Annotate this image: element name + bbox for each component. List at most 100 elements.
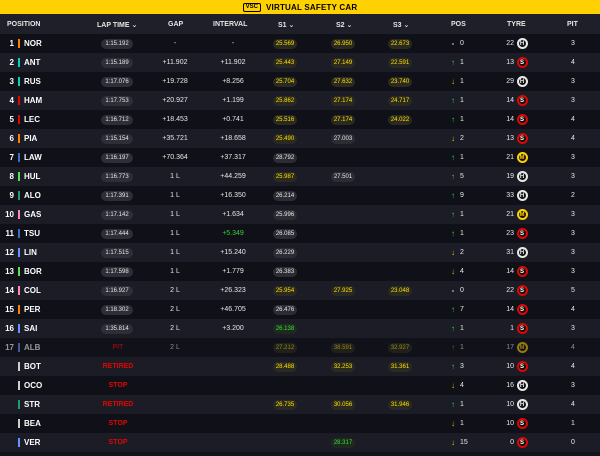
driver-code[interactable]: BOR (24, 262, 42, 281)
table-row[interactable]: 10 GAS 1:17.142 1 L +1.634 25.996 ↑ 1 21 M 3 (0, 205, 600, 224)
sector-s2-cell (326, 224, 360, 243)
table-row[interactable]: BEA STOP ↓ 1 10 S 1 (0, 414, 600, 433)
driver-code[interactable]: BOT (24, 357, 41, 376)
team-color-bar (18, 438, 20, 447)
table-row[interactable]: VER STOP 28.317 ↓ 15 0 S 0 (0, 433, 600, 452)
position-number (2, 376, 14, 395)
lap-time: 1:35.814 (101, 323, 133, 334)
table-row[interactable]: 16 SAI 1:35.814 2 L +3.200 26.138 ↑ 1 1 S 3 (0, 319, 600, 338)
sector-s3-time: 22.673 (387, 38, 413, 49)
driver-code[interactable]: VER (24, 433, 40, 452)
position-number: 9 (9, 191, 14, 200)
team-color-bar (18, 191, 20, 200)
table-row[interactable]: 13 BOR 1:17.598 1 L +1.779 26.383 ↓ 4 14 S 3 (0, 262, 600, 281)
driver-code[interactable]: ALO (24, 186, 41, 205)
driver-code[interactable]: ANT (24, 53, 40, 72)
table-row[interactable]: 14 COL 1:16.927 2 L +26.323 25.954 27.925 23.04… (0, 281, 600, 300)
sector-s2-time: 26.950 (330, 38, 356, 49)
position-change-arrow-icon: ↑ (451, 210, 455, 219)
table-row[interactable]: 2 ANT 1:15.189 +11.902 +11.902 25.443 27.149 22… (0, 53, 600, 72)
driver-code[interactable]: HUL (24, 167, 40, 186)
tyre-compound-icon: S (516, 361, 528, 372)
driver-code[interactable]: ALB (24, 338, 40, 357)
table-row[interactable]: OCO STOP ↓ 4 16 H 3 (0, 376, 600, 395)
pit-count: 4 (571, 306, 575, 313)
driver-code[interactable]: OCO (24, 376, 42, 395)
position-number: 14 (5, 286, 14, 295)
table-row[interactable]: STR RETIRED 26.735 30.056 31.946 ↑ 1 10 H 4 (0, 395, 600, 414)
driver-code[interactable]: PIA (24, 129, 37, 148)
header-tyre[interactable]: TYRE (507, 21, 526, 28)
table-row[interactable]: 12 LIN 1:17.515 1 L +15.240 26.229 ↓ 2 31 H 3 (0, 243, 600, 262)
tyre-compound-icon: S (516, 57, 528, 68)
driver-code[interactable]: COL (24, 281, 41, 300)
header-position[interactable]: POSITION (7, 21, 40, 28)
sector-s2-time: 27.003 (330, 133, 356, 144)
driver-code[interactable]: LAW (24, 148, 42, 167)
driver-code[interactable]: PER (24, 300, 40, 319)
header-pos[interactable]: POS (451, 21, 466, 28)
table-row[interactable]: 5 LEC 1:16.712 +18.453 +0.741 25.516 27.174 24.… (0, 110, 600, 129)
sector-s3-time: 23.740 (387, 76, 413, 87)
driver-code[interactable]: RUS (24, 72, 41, 91)
table-row[interactable]: 15 PER 1:18.302 2 L +46.705 26.476 ↑ 7 14 S 4 (0, 300, 600, 319)
driver-code[interactable]: NOR (24, 34, 42, 53)
status-label: PIT (112, 344, 124, 351)
driver-code[interactable]: GAS (24, 205, 41, 224)
tyre-laps: 31 (506, 249, 514, 256)
tyre-compound-icon: M (516, 152, 528, 163)
sector-s3-cell: 31.361 (383, 357, 417, 376)
tyre-compound-icon: S (516, 133, 528, 144)
table-row[interactable]: 9 ALO 1:17.391 1 L +16.350 26.214 ↑ 9 33 H 2 (0, 186, 600, 205)
table-row[interactable]: 7 LAW 1:16.197 +70.364 +37.317 28.792 ↑ 1 21 M 3 (0, 148, 600, 167)
table-row[interactable]: 1 NOR 1:15.192- -25.569 26.950 22.673-0 22 H 3 (0, 34, 600, 53)
table-row[interactable]: 3 RUS 1:17.076 +19.728 +8.256 25.704 27.632 23.… (0, 72, 600, 91)
tyre-compound-icon: S (516, 418, 528, 429)
header-lap-time[interactable]: LAP TIME ⌄ (97, 21, 137, 29)
team-color-bar (18, 286, 20, 295)
table-row[interactable]: 6 PIA 1:15.154 +35.721 +18.658 25.490 27.003 ↓ 2… (0, 129, 600, 148)
driver-code[interactable]: LEC (24, 110, 40, 129)
standings-table: 1 NOR 1:15.192- -25.569 26.950 22.673-0 22 H 3 2 A… (0, 34, 600, 452)
table-row[interactable]: 17 ALB PIT 2 L 27.212 38.591 32.927 ↑ 1 17 M 4 (0, 338, 600, 357)
position-number: 3 (9, 77, 14, 86)
header-s3[interactable]: S3 ⌄ (393, 21, 409, 29)
tyre-compound-icon: S (516, 285, 528, 296)
tyre-cell: H (516, 34, 528, 53)
sector-s2-time: 27.149 (330, 57, 356, 68)
driver-code[interactable]: SAI (24, 319, 37, 338)
position-change-arrow-icon: ↑ (451, 172, 455, 181)
sector-s3-time: 32.927 (387, 342, 413, 353)
tyre-cell: S (516, 262, 528, 281)
table-row[interactable]: BOT RETIRED 28.488 32.253 31.361 ↑ 3 10 S 4 (0, 357, 600, 376)
sector-s2-time: 27.925 (330, 285, 356, 296)
header-s1[interactable]: S1 ⌄ (278, 21, 294, 29)
lap-time: 1:15.154 (101, 133, 133, 144)
pit-count: 3 (571, 40, 575, 47)
sector-s1-time: 26.383 (272, 266, 298, 277)
sector-s1-time: 28.488 (272, 361, 298, 372)
sector-s1-time: 26.476 (272, 304, 298, 315)
table-row[interactable]: 11 TSU 1:17.444 1 L +5.349 26.085 ↑ 1 23 S 3 (0, 224, 600, 243)
header-interval[interactable]: INTERVAL (213, 21, 247, 28)
tyre-cell: H (516, 376, 528, 395)
position-change-arrow-icon: ↑ (451, 96, 455, 105)
gap-value: 1 L (170, 230, 180, 237)
sector-s1-time: 28.792 (272, 152, 298, 163)
pit-count: 2 (571, 192, 575, 199)
interval-value (206, 357, 260, 376)
header-s2[interactable]: S2 ⌄ (336, 21, 352, 29)
driver-code[interactable]: BEA (24, 414, 41, 433)
table-row[interactable]: 8 HUL 1:16.773 1 L +44.259 25.987 27.501 ↑ 5 19 H 3 (0, 167, 600, 186)
table-row[interactable]: 4 HAM 1:17.753 +20.927 +1.199 25.862 27.174 24.… (0, 91, 600, 110)
lap-time: 1:17.515 (101, 247, 133, 258)
driver-code[interactable]: HAM (24, 91, 42, 110)
driver-code[interactable]: LIN (24, 243, 37, 262)
sector-s1-cell (268, 433, 302, 452)
header-pit[interactable]: PIT (567, 21, 578, 28)
driver-code[interactable]: TSU (24, 224, 40, 243)
driver-code[interactable]: STR (24, 395, 40, 414)
header-gap[interactable]: GAP (168, 21, 183, 28)
position-change-value: 3 (460, 363, 464, 370)
sector-s3-cell (383, 262, 417, 281)
